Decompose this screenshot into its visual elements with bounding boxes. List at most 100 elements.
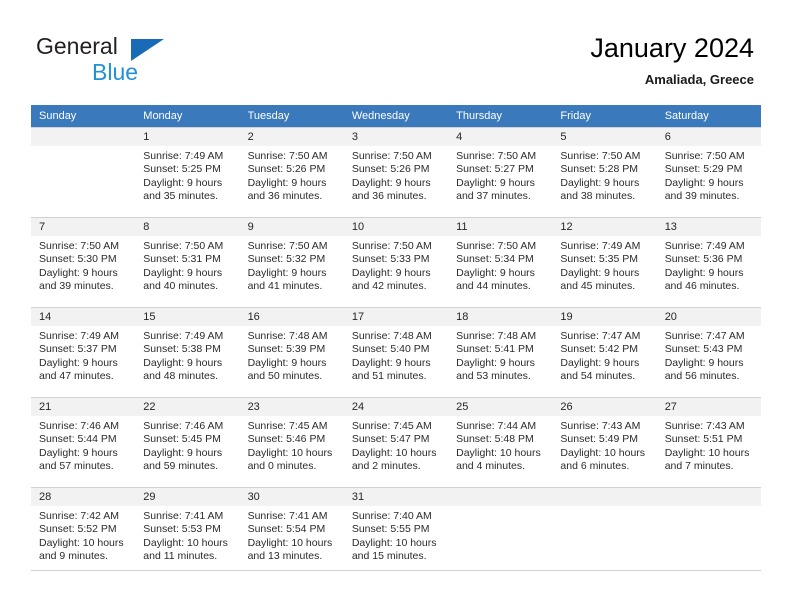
day-sunset-text: Sunset: 5:28 PM [560,163,639,176]
calendar-cell-day: 23 Sunrise: 7:45 AM Sunset: 5:46 PM Dayligh… [239,397,344,487]
day-daylight1-text: Daylight: 9 hours [456,176,535,189]
day-daylight2-text: and 13 minutes. [247,550,323,563]
day-daylight1-text: Daylight: 9 hours [247,176,327,189]
day-sunset-text: Sunset: 5:34 PM [456,253,534,266]
day-sun-info: Sunrise: 7:44 AM Sunset: 5:48 PM Daylight:… [448,416,552,474]
day-cell[interactable]: 2 Sunrise: 7:50 AM Sunset: 5:26 PM Daylight… [239,127,344,217]
day-number: 7 [31,218,136,236]
day-daylight1-text: Daylight: 10 hours [456,446,541,459]
day-cell[interactable]: 10 Sunrise: 7:50 AM Sunset: 5:33 PM Dayligh… [343,217,449,307]
day-cell[interactable]: 29 Sunrise: 7:41 AM Sunset: 5:53 PM Dayligh… [135,487,240,577]
day-cell[interactable]: 26 Sunrise: 7:43 AM Sunset: 5:49 PM Dayligh… [552,397,657,487]
day-cell[interactable]: 1 Sunrise: 7:49 AM Sunset: 5:25 PM Daylight… [135,127,240,217]
day-sunrise-text: Sunrise: 7:50 AM [456,150,537,162]
day-daylight1-text: Daylight: 9 hours [664,356,744,369]
day-sun-info: Sunrise: 7:47 AM Sunset: 5:42 PM Daylight:… [552,326,656,384]
day-cell[interactable]: 23 Sunrise: 7:45 AM Sunset: 5:46 PM Dayligh… [239,397,344,487]
day-cell[interactable]: 28 Sunrise: 7:42 AM Sunset: 5:52 PM Dayligh… [31,487,136,577]
calendar-cell-day: 14 Sunrise: 7:49 AM Sunset: 5:37 PM Dayligh… [31,307,136,397]
day-sun-info: Sunrise: 7:43 AM Sunset: 5:49 PM Daylight:… [552,416,656,474]
day-daylight2-text: and 48 minutes. [143,370,218,383]
day-cell[interactable]: 3 Sunrise: 7:50 AM Sunset: 5:26 PM Daylight… [343,127,449,217]
day-number: 31 [343,488,449,506]
day-daylight2-text: and 50 minutes. [247,370,323,383]
day-sunrise-text: Sunrise: 7:44 AM [456,420,537,432]
day-daylight2-text: and 9 minutes. [39,550,108,563]
day-sunrise-text: Sunrise: 7:43 AM [664,420,745,432]
day-daylight2-text: and 40 minutes. [143,280,218,293]
calendar-week-row: 21 Sunrise: 7:46 AM Sunset: 5:44 PM Dayligh… [31,397,761,487]
day-sun-info: Sunrise: 7:47 AM Sunset: 5:43 PM Daylight:… [657,326,761,384]
weekday-header-row: Sunday Monday Tuesday Wednesday Thursday… [31,105,761,127]
day-number: 19 [552,308,657,326]
general-blue-logo[interactable]: General Blue [36,33,236,88]
day-sunrise-text: Sunrise: 7:41 AM [247,510,328,522]
day-number: 17 [343,308,449,326]
day-sunset-text: Sunset: 5:53 PM [143,523,221,536]
day-cell[interactable]: 12 Sunrise: 7:49 AM Sunset: 5:35 PM Dayligh… [552,217,657,307]
day-cell[interactable]: 31 Sunrise: 7:40 AM Sunset: 5:55 PM Dayligh… [343,487,449,577]
calendar-cell-day: 21 Sunrise: 7:46 AM Sunset: 5:44 PM Dayligh… [31,397,136,487]
calendar-cell-day: 24 Sunrise: 7:45 AM Sunset: 5:47 PM Dayligh… [343,397,449,487]
day-cell[interactable]: 30 Sunrise: 7:41 AM Sunset: 5:54 PM Dayligh… [239,487,344,577]
day-cell[interactable]: 7 Sunrise: 7:50 AM Sunset: 5:30 PM Daylight… [31,217,136,307]
calendar-week-row: 7 Sunrise: 7:50 AM Sunset: 5:30 PM Daylight… [31,217,761,307]
day-cell[interactable]: 21 Sunrise: 7:46 AM Sunset: 5:44 PM Dayligh… [31,397,136,487]
day-daylight1-text: Daylight: 10 hours [247,536,333,549]
day-sunrise-text: Sunrise: 7:47 AM [664,330,745,342]
day-cell[interactable]: 24 Sunrise: 7:45 AM Sunset: 5:47 PM Dayligh… [343,397,449,487]
day-number: 4 [448,128,553,146]
day-cell[interactable]: 11 Sunrise: 7:50 AM Sunset: 5:34 PM Dayligh… [448,217,553,307]
day-number: 28 [31,488,136,506]
calendar-cell-day: 25 Sunrise: 7:44 AM Sunset: 5:48 PM Dayligh… [448,397,553,487]
day-sunrise-text: Sunrise: 7:49 AM [664,240,745,252]
day-sunrise-text: Sunrise: 7:48 AM [247,330,328,342]
day-sunset-text: Sunset: 5:38 PM [143,343,221,356]
day-cell[interactable]: 6 Sunrise: 7:50 AM Sunset: 5:29 PM Daylight… [656,127,761,217]
day-cell[interactable]: 27 Sunrise: 7:43 AM Sunset: 5:51 PM Dayligh… [656,397,761,487]
day-cell[interactable]: 4 Sunrise: 7:50 AM Sunset: 5:27 PM Daylight… [448,127,553,217]
day-number: 22 [135,398,240,416]
day-cell[interactable]: 22 Sunrise: 7:46 AM Sunset: 5:45 PM Dayligh… [135,397,240,487]
day-cell[interactable]: 13 Sunrise: 7:49 AM Sunset: 5:36 PM Dayligh… [656,217,761,307]
calendar-cell-day: 1 Sunrise: 7:49 AM Sunset: 5:25 PM Daylight… [135,127,240,217]
day-number: 14 [31,308,136,326]
day-number: 8 [135,218,240,236]
day-daylight2-text: and 36 minutes. [247,190,323,203]
day-number: 27 [656,398,761,416]
calendar-cell-empty [552,487,657,577]
day-sun-info: Sunrise: 7:49 AM Sunset: 5:36 PM Daylight:… [657,236,761,294]
day-sunset-text: Sunset: 5:52 PM [39,523,117,536]
calendar-week-row: 14 Sunrise: 7:49 AM Sunset: 5:37 PM Dayligh… [31,307,761,397]
day-sun-info: Sunrise: 7:48 AM Sunset: 5:39 PM Daylight:… [240,326,344,384]
day-sun-info: Sunrise: 7:49 AM Sunset: 5:38 PM Daylight:… [135,326,239,384]
day-cell[interactable]: 25 Sunrise: 7:44 AM Sunset: 5:48 PM Dayligh… [448,397,553,487]
day-cell[interactable]: 16 Sunrise: 7:48 AM Sunset: 5:39 PM Dayligh… [239,307,344,397]
day-daylight1-text: Daylight: 10 hours [247,446,333,459]
day-sun-info: Sunrise: 7:41 AM Sunset: 5:53 PM Daylight:… [135,506,239,564]
day-daylight2-text: and 45 minutes. [560,280,636,293]
day-daylight2-text: and 38 minutes. [560,190,636,203]
calendar-cell-day: 2 Sunrise: 7:50 AM Sunset: 5:26 PM Daylight… [239,127,344,217]
day-cell[interactable]: 18 Sunrise: 7:48 AM Sunset: 5:41 PM Dayligh… [448,307,553,397]
day-number: 15 [135,308,240,326]
day-daylight1-text: Daylight: 9 hours [39,356,118,369]
day-cell[interactable]: 19 Sunrise: 7:47 AM Sunset: 5:42 PM Dayligh… [552,307,657,397]
day-number: 9 [239,218,344,236]
day-cell[interactable]: 20 Sunrise: 7:47 AM Sunset: 5:43 PM Dayligh… [656,307,761,397]
day-number: 30 [239,488,344,506]
day-sunset-text: Sunset: 5:32 PM [247,253,326,266]
day-daylight2-text: and 57 minutes. [39,460,114,473]
day-cell[interactable]: 15 Sunrise: 7:49 AM Sunset: 5:38 PM Dayligh… [135,307,240,397]
day-daylight1-text: Daylight: 9 hours [39,266,118,279]
day-cell[interactable]: 9 Sunrise: 7:50 AM Sunset: 5:32 PM Daylight… [239,217,344,307]
empty-day-shade [31,128,136,146]
day-cell[interactable]: 14 Sunrise: 7:49 AM Sunset: 5:37 PM Dayligh… [31,307,136,397]
day-number: 13 [656,218,761,236]
day-cell[interactable]: 5 Sunrise: 7:50 AM Sunset: 5:28 PM Daylight… [552,127,657,217]
day-sunset-text: Sunset: 5:42 PM [560,343,639,356]
title-block: January 2024 Amaliada, Greece [590,32,754,88]
day-cell[interactable]: 8 Sunrise: 7:50 AM Sunset: 5:31 PM Daylight… [135,217,240,307]
day-daylight2-text: and 35 minutes. [143,190,218,203]
day-cell[interactable]: 17 Sunrise: 7:48 AM Sunset: 5:40 PM Dayligh… [343,307,449,397]
